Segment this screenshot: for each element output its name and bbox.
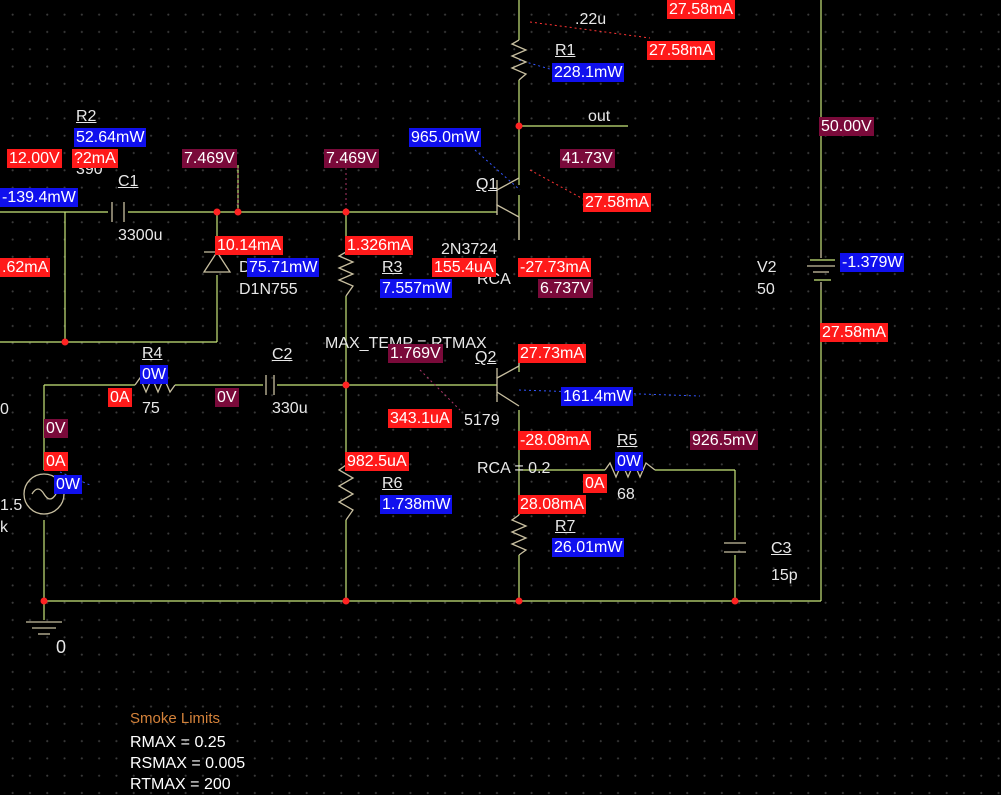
- current-marker[interactable]: 0A: [583, 474, 607, 493]
- wires: [0, 0, 835, 620]
- voltage-marker[interactable]: 926.5mV: [690, 431, 759, 450]
- power-marker[interactable]: 228.1mW: [552, 63, 625, 82]
- r4-name[interactable]: R4: [142, 344, 162, 363]
- voltage-marker[interactable]: 1.769V: [388, 344, 443, 363]
- ground-label: 0: [56, 637, 67, 657]
- power-marker[interactable]: 0W: [140, 365, 168, 384]
- c2-value: 330u: [272, 400, 308, 417]
- voltage-marker[interactable]: 6.737V: [538, 279, 593, 298]
- current-marker[interactable]: -28.08mA: [518, 431, 592, 450]
- current-marker[interactable]: 155.4uA: [432, 258, 496, 277]
- v2-name[interactable]: V2: [757, 258, 777, 277]
- c1-value: 3300u: [118, 227, 163, 244]
- voltage-marker[interactable]: 7.469V: [182, 149, 237, 168]
- r1-value: .22u: [575, 11, 607, 28]
- rca-param: RCA = 0.2: [477, 460, 551, 477]
- r5-name[interactable]: R5: [617, 431, 637, 450]
- current-marker[interactable]: -27.73mA: [518, 258, 592, 277]
- smoke-limit-line: RTMAX = 200: [130, 776, 231, 793]
- q1-model: 2N3724: [441, 241, 498, 258]
- voltage-marker[interactable]: 41.73V: [560, 149, 615, 168]
- d1-model: D1N755: [239, 281, 298, 298]
- vsrc-left-fragment: 0: [0, 401, 9, 418]
- voltage-marker[interactable]: 50.00V: [819, 117, 874, 136]
- q2-name[interactable]: Q2: [475, 348, 496, 367]
- smoke-limits-block: Smoke Limits RMAX = 0.25 RSMAX = 0.005 R…: [130, 710, 245, 795]
- vsrc-extra: k: [0, 519, 8, 536]
- smoke-limit-line: RSMAX = 0.005: [130, 755, 246, 772]
- power-marker[interactable]: 965.0mW: [409, 128, 482, 147]
- current-marker[interactable]: 0A: [44, 452, 68, 471]
- smoke-limit-line: RMAX = 0.25: [130, 734, 226, 751]
- q1-name[interactable]: Q1: [476, 175, 497, 194]
- power-marker[interactable]: 75.71mW: [247, 258, 320, 277]
- power-marker[interactable]: 0W: [615, 452, 643, 471]
- voltage-marker[interactable]: 7.469V: [324, 149, 379, 168]
- power-marker[interactable]: 7.557mW: [380, 279, 453, 298]
- c3-value: 15p: [771, 567, 798, 584]
- current-marker[interactable]: 982.5uA: [345, 452, 409, 471]
- r7-name[interactable]: R7: [555, 517, 575, 536]
- current-marker[interactable]: 10.14mA: [215, 236, 284, 255]
- current-marker[interactable]: ?2mA: [72, 149, 118, 168]
- net-label-out[interactable]: out: [588, 107, 610, 126]
- power-marker[interactable]: -139.4mW: [0, 188, 78, 207]
- q2-model: 5179: [464, 412, 500, 429]
- power-marker[interactable]: 161.4mW: [561, 387, 634, 406]
- current-marker[interactable]: 27.73mA: [518, 344, 587, 363]
- vsrc-value: 1.5: [0, 497, 23, 514]
- r4-value: 75: [142, 400, 160, 417]
- r3-name[interactable]: R3: [382, 258, 402, 277]
- current-marker[interactable]: 12.00V: [7, 149, 62, 168]
- r6-name[interactable]: R6: [382, 474, 402, 493]
- current-marker[interactable]: 28.08mA: [518, 495, 587, 514]
- r2-name[interactable]: R2: [76, 107, 96, 126]
- r1-name[interactable]: R1: [555, 41, 575, 60]
- voltage-marker[interactable]: 0V: [215, 388, 239, 407]
- current-marker[interactable]: 343.1uA: [388, 409, 452, 428]
- power-marker[interactable]: 0W: [54, 475, 82, 494]
- r5-value: 68: [617, 486, 635, 503]
- c1-name[interactable]: C1: [118, 172, 138, 191]
- smoke-limits-title: Smoke Limits: [130, 710, 221, 727]
- current-marker[interactable]: 27.58mA: [583, 193, 652, 212]
- power-marker[interactable]: 1.738mW: [380, 495, 453, 514]
- c2-name[interactable]: C2: [272, 345, 292, 364]
- current-marker[interactable]: 1.326mA: [345, 236, 414, 255]
- v2-value: 50: [757, 281, 775, 298]
- power-marker[interactable]: 26.01mW: [552, 538, 625, 557]
- current-marker[interactable]: 27.58mA: [667, 0, 736, 19]
- current-marker[interactable]: 0A: [108, 388, 132, 407]
- voltage-marker[interactable]: 0V: [44, 419, 68, 438]
- current-marker[interactable]: 27.58mA: [647, 41, 716, 60]
- current-marker[interactable]: 27.58mA: [820, 323, 889, 342]
- current-marker[interactable]: .62mA: [0, 258, 51, 277]
- c3-name[interactable]: C3: [771, 539, 791, 558]
- power-marker[interactable]: 52.64mW: [74, 128, 147, 147]
- power-marker[interactable]: -1.379W: [840, 253, 905, 272]
